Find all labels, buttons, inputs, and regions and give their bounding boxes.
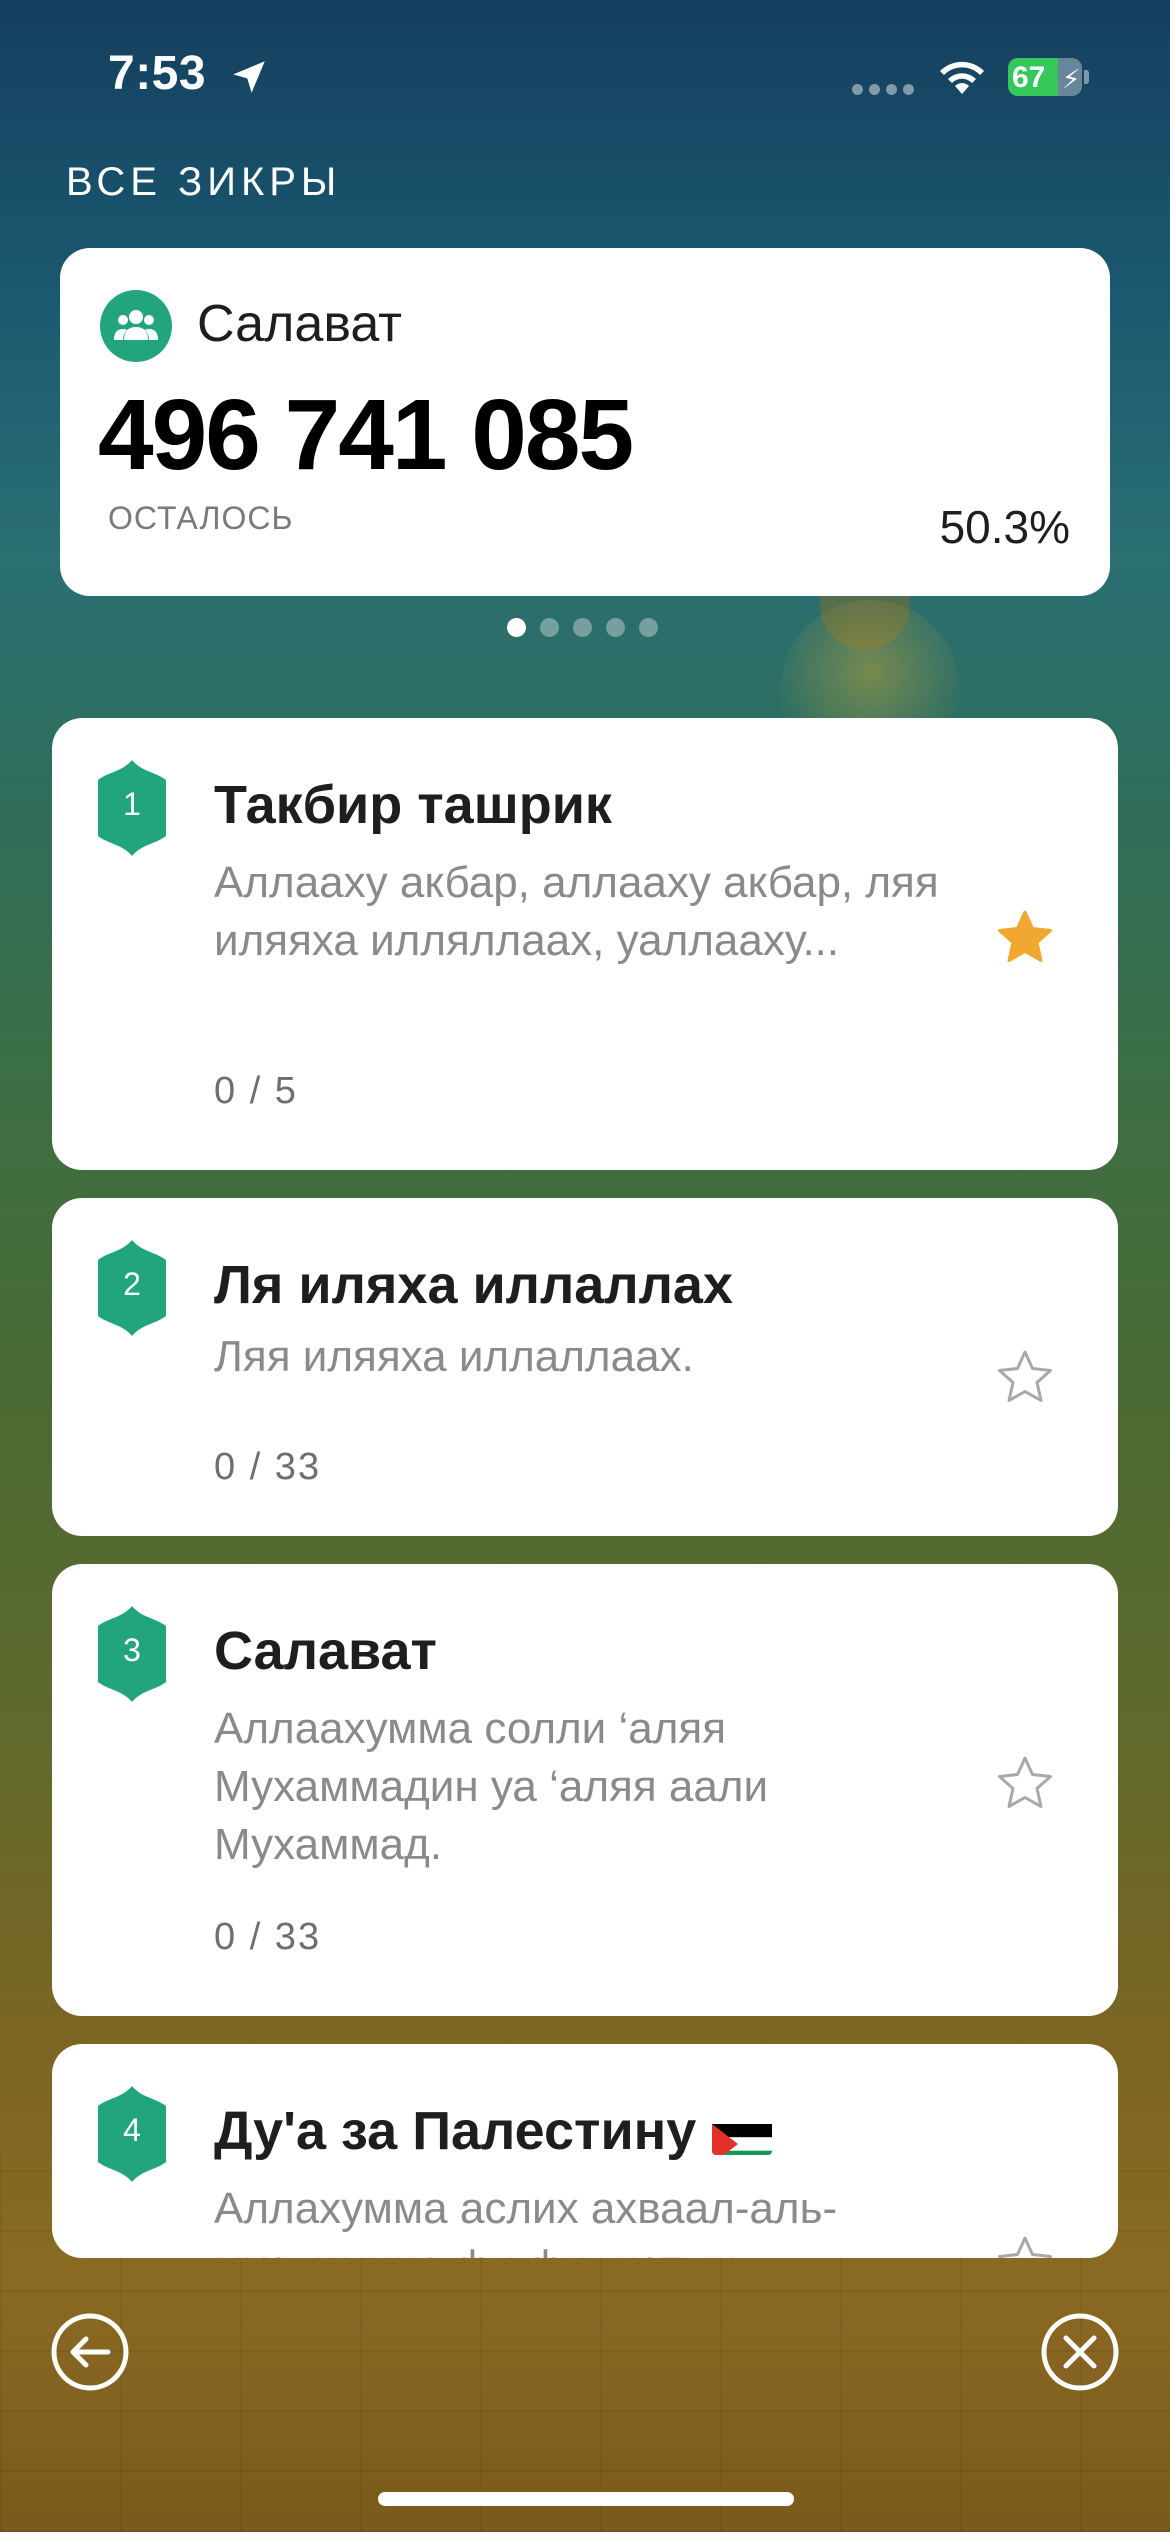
section-title: ВСЕ ЗИКРЫ <box>66 160 342 204</box>
wifi-icon <box>940 61 984 94</box>
zikr-text: Ляя иляяха иллаллаах. <box>214 1332 694 1381</box>
home-indicator[interactable] <box>378 2492 794 2506</box>
zikr-title: Ду'а за Палестину <box>214 2100 773 2162</box>
summary-number: 496 741 085 <box>98 379 634 491</box>
zikr-text: Аллаахумма солли ‘аляя Мухаммадин уа ‘ал… <box>214 1704 769 1869</box>
zikr-number: 2 <box>123 1266 141 1302</box>
star-filled-icon[interactable] <box>995 908 1055 968</box>
remaining-label: ОСТАЛОСЬ <box>108 500 294 536</box>
zikr-card[interactable]: 2 Ля иляха иллаллах Ляя иляяха иллаллаах. 0… <box>52 1198 1118 1536</box>
zikr-number: 3 <box>123 1632 141 1668</box>
zikr-number-badge: 1 <box>96 758 168 858</box>
status-time: 7:53 <box>108 47 207 100</box>
zikr-number: 1 <box>123 786 141 822</box>
charging-bolt-icon: ⚡ <box>1062 64 1081 94</box>
summary-card[interactable]: Салават 496 741 085 ОСТАЛОСЬ 50.3% <box>60 248 1110 596</box>
zikr-title: Ля иляха иллаллах <box>214 1255 733 1315</box>
page-indicator[interactable] <box>507 618 658 637</box>
zikr-card[interactable]: 3 Салават Аллаахумма солли ‘аляя Мухаммади… <box>52 1564 1118 2016</box>
page-dot[interactable] <box>606 618 625 637</box>
summary-name: Салават <box>197 295 402 353</box>
close-icon[interactable] <box>1040 2312 1120 2392</box>
progress-percent: 50.3% <box>939 501 1070 553</box>
zikr-card[interactable]: 1 Такбир ташрик Аллааху акбар, аллааху акб… <box>52 718 1118 1170</box>
star-outline-icon[interactable] <box>995 2234 1055 2258</box>
zikr-title: Такбир ташрик <box>214 775 612 835</box>
page-dot[interactable] <box>573 618 592 637</box>
zikr-text: Аллахумма аслих ахваал-аль-муслимина фи … <box>214 2184 838 2258</box>
zikr-number-badge: 3 <box>96 1604 168 1704</box>
page-dot[interactable] <box>507 618 526 637</box>
zikr-title: Салават <box>214 1621 437 1681</box>
zikr-count: 0 / 33 <box>214 1916 322 1958</box>
star-outline-icon[interactable] <box>995 1348 1055 1408</box>
group-icon <box>100 290 172 362</box>
zikr-number-badge: 2 <box>96 1238 168 1338</box>
battery-indicator: 67 ⚡ <box>1008 58 1090 96</box>
page-dot[interactable] <box>540 618 559 637</box>
back-arrow-icon[interactable] <box>50 2312 130 2392</box>
zikr-count: 0 / 5 <box>214 1070 298 1112</box>
star-outline-icon[interactable] <box>995 1754 1055 1814</box>
zikr-number: 4 <box>123 2112 141 2148</box>
zikr-card[interactable]: 4 Ду'а за Палестину Аллахумма аслих ахваал… <box>52 2044 1118 2258</box>
status-bar: 7:53 67 ⚡ <box>0 0 1170 150</box>
location-arrow-icon <box>233 61 265 93</box>
cellular-signal-icon <box>852 84 916 95</box>
zikr-list[interactable]: 1 Такбир ташрик Аллааху акбар, аллааху акб… <box>52 718 1118 2258</box>
palestine-flag-icon <box>712 2115 773 2155</box>
zikr-number-badge: 4 <box>96 2084 168 2184</box>
page-dot[interactable] <box>639 618 658 637</box>
zikr-text: Аллааху акбар, аллааху акбар, ляя иляяха… <box>214 858 939 965</box>
battery-percent: 67 <box>1012 61 1046 94</box>
zikr-count: 0 / 33 <box>214 1446 322 1488</box>
